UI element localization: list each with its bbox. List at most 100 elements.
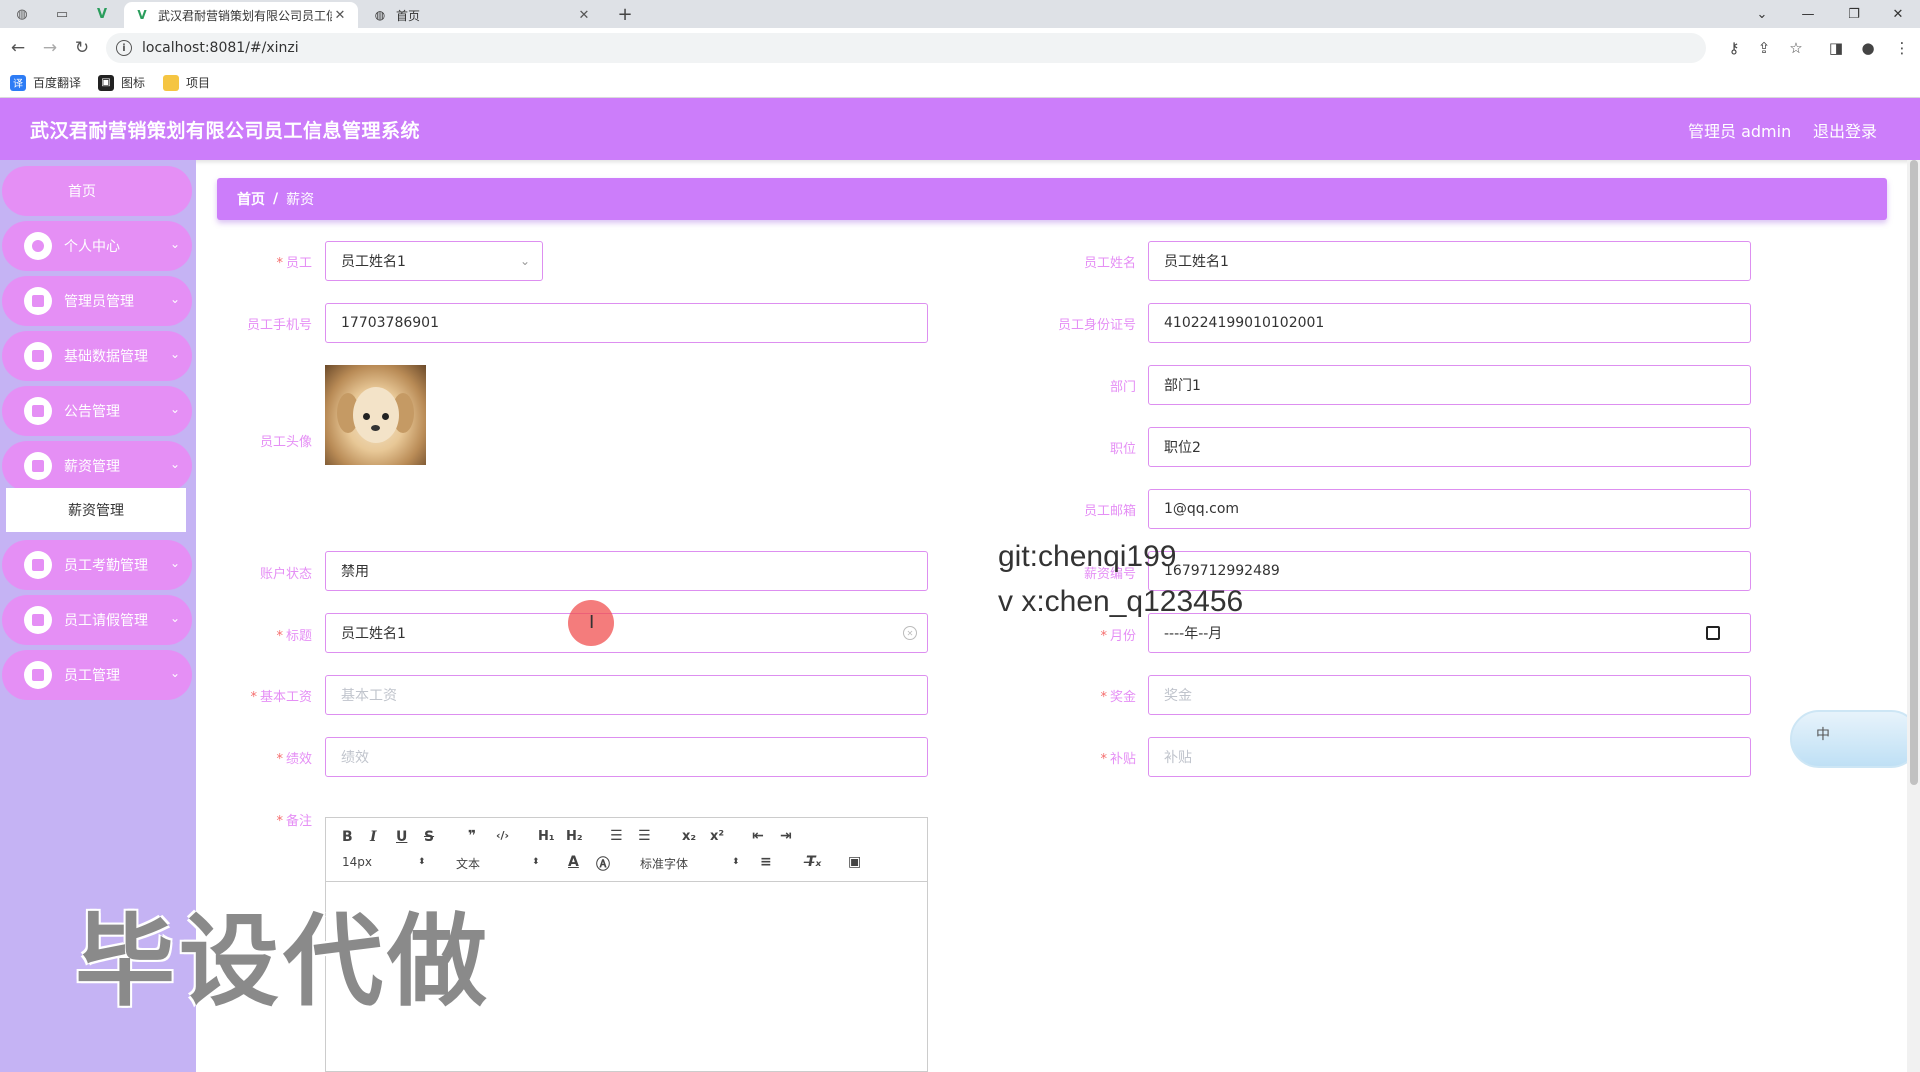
heading1-icon[interactable]: H₁ xyxy=(538,829,555,844)
heading2-icon[interactable]: H₂ xyxy=(566,829,583,844)
sidebar-item-salary[interactable]: 薪资管理 ⌄ xyxy=(2,441,192,491)
font-family-select[interactable]: 标准字体 ⬍ xyxy=(640,855,740,872)
star-icon[interactable]: ☆ xyxy=(1784,37,1808,59)
tab-active[interactable]: V 武汉君耐营销策划有限公司员工信 ✕ xyxy=(124,2,358,28)
minimize-button[interactable]: — xyxy=(1786,0,1830,28)
month-label: * 月份 xyxy=(1016,625,1136,644)
sidebar-item-basic-data[interactable]: 基础数据管理 ⌄ xyxy=(2,331,192,381)
page-scrollbar[interactable] xyxy=(1907,160,1920,1072)
reload-icon[interactable]: ↻ xyxy=(68,36,96,60)
bonus-input[interactable]: 奖金 xyxy=(1148,675,1751,715)
performance-input[interactable]: 绩效 xyxy=(325,737,928,777)
employee-select[interactable]: 员工姓名1 ⌄ xyxy=(325,241,543,281)
grid-icon xyxy=(24,397,52,425)
sidebar-item-employees[interactable]: 员工管理 ⌄ xyxy=(2,650,192,700)
email-field[interactable]: 1@qq.com xyxy=(1148,489,1751,529)
side-panel-icon[interactable]: ◨ xyxy=(1824,37,1848,59)
grid-icon xyxy=(24,551,52,579)
allowance-input[interactable]: 补贴 xyxy=(1148,737,1751,777)
month-input[interactable]: ----年--月 xyxy=(1148,613,1751,653)
label-text: 月份 xyxy=(1109,629,1136,644)
logout-link[interactable]: 退出登录 xyxy=(1813,118,1877,142)
strike-icon[interactable]: S xyxy=(424,829,434,845)
indent-icon[interactable]: ⇥ xyxy=(780,828,792,844)
tab-home[interactable]: ◍ 首页 ✕ xyxy=(362,2,602,28)
phone-field[interactable]: 17703786901 xyxy=(325,303,928,343)
globe-icon[interactable]: ◍ xyxy=(4,2,40,26)
superscript-icon[interactable]: x² xyxy=(710,829,724,844)
bookmark-translate[interactable]: 译 百度翻译 xyxy=(10,74,81,91)
sidebar-item-home[interactable]: 首页 xyxy=(2,166,192,216)
title-input-value: 员工姓名1 xyxy=(341,626,406,642)
close-icon[interactable]: ✕ xyxy=(332,8,348,23)
restore-button[interactable]: ❐ xyxy=(1832,0,1876,28)
text-type-select[interactable]: 文本 ⬍ xyxy=(456,855,540,872)
profile-icon[interactable]: ● xyxy=(1856,37,1880,59)
align-icon[interactable]: ≡ xyxy=(760,854,772,870)
share-icon[interactable]: ⇪ xyxy=(1752,37,1776,59)
sidebar-item-notices[interactable]: 公告管理 ⌄ xyxy=(2,386,192,436)
base-salary-input[interactable]: 基本工资 xyxy=(325,675,928,715)
scrollbar-thumb[interactable] xyxy=(1910,160,1918,785)
blank-tab-icon[interactable]: ▭ xyxy=(44,2,80,26)
bold-icon[interactable]: B xyxy=(342,829,353,845)
label-text: 基本工资 xyxy=(259,690,312,705)
back-icon[interactable]: ← xyxy=(4,36,32,60)
label-text: 备注 xyxy=(285,814,312,829)
url-bar[interactable]: i localhost:8081/#/xinzi xyxy=(106,33,1706,63)
info-icon[interactable]: i xyxy=(116,40,132,56)
employee-avatar-image[interactable] xyxy=(325,365,426,465)
required-mark: * xyxy=(1100,690,1107,705)
clear-format-icon[interactable]: T̶ₓ xyxy=(806,854,821,870)
title-input[interactable]: 员工姓名1 ✕ xyxy=(325,613,928,653)
ordered-list-icon[interactable]: ☰ xyxy=(610,828,623,844)
check-icon xyxy=(24,287,52,315)
menu-icon[interactable]: ⋮ xyxy=(1890,37,1914,59)
id-card-field[interactable]: 410224199010102001 xyxy=(1148,303,1751,343)
new-tab-button[interactable]: + xyxy=(612,2,638,26)
bookmark-icons[interactable]: ▣ 图标 xyxy=(98,74,145,91)
sidebar-subitem-salary-management[interactable]: 薪资管理 xyxy=(6,488,186,532)
font-size-value: 14px xyxy=(342,855,372,869)
chevron-down-icon: ⌄ xyxy=(519,254,530,268)
underline-icon[interactable]: U xyxy=(396,829,407,845)
font-color-icon[interactable]: A xyxy=(568,854,579,870)
close-icon[interactable]: ✕ xyxy=(576,8,592,23)
blockquote-icon[interactable]: ❞ xyxy=(468,828,476,844)
employee-name-field[interactable]: 员工姓名1 xyxy=(1148,241,1751,281)
select-arrow-icon: ⬍ xyxy=(418,857,426,867)
italic-icon[interactable]: I xyxy=(370,829,377,845)
department-field[interactable]: 部门1 xyxy=(1148,365,1751,405)
folder-icon xyxy=(163,74,179,91)
phone-label: 员工手机号 xyxy=(246,318,312,333)
url-text: localhost:8081/#/xinzi xyxy=(142,40,299,56)
outdent-icon[interactable]: ⇤ xyxy=(752,828,764,844)
bullet-list-icon[interactable]: ☰ xyxy=(638,828,651,844)
font-size-select[interactable]: 14px ⬍ xyxy=(342,855,426,869)
account-status-field[interactable]: 禁用 xyxy=(325,551,928,591)
required-mark: * xyxy=(276,752,283,767)
bookmark-project[interactable]: 项目 xyxy=(163,74,210,91)
sidebar-item-admins[interactable]: 管理员管理 ⌄ xyxy=(2,276,192,326)
sidebar-item-label: 管理员管理 xyxy=(64,294,134,310)
clear-icon[interactable]: ✕ xyxy=(903,626,917,640)
background-color-icon[interactable]: Ⓐ xyxy=(596,854,610,874)
image-icon[interactable]: ▣ xyxy=(848,854,861,870)
sidebar-item-personal[interactable]: 个人中心 ⌄ xyxy=(2,221,192,271)
position-field[interactable]: 职位2 xyxy=(1148,427,1751,467)
calendar-icon[interactable] xyxy=(1706,626,1720,640)
sidebar-item-leave[interactable]: 员工请假管理 ⌄ xyxy=(2,595,192,645)
forward-icon[interactable]: → xyxy=(36,36,64,60)
window-close-button[interactable]: ✕ xyxy=(1876,0,1920,28)
vue-tab-icon[interactable]: V xyxy=(84,2,120,26)
subscript-icon[interactable]: x₂ xyxy=(682,829,696,844)
breadcrumb-home[interactable]: 首页 xyxy=(237,189,265,209)
key-icon[interactable]: ⚷ xyxy=(1722,37,1746,59)
sidebar-item-attendance[interactable]: 员工考勤管理 ⌄ xyxy=(2,540,192,590)
chevron-down-icon: ⌄ xyxy=(169,402,180,416)
breadcrumb-separator: / xyxy=(273,191,279,207)
tab-search-icon[interactable]: ⌄ xyxy=(1740,0,1784,28)
ime-widget[interactable]: 中 xyxy=(1790,710,1920,768)
code-icon[interactable]: ‹/› xyxy=(496,829,509,842)
puppy-eye xyxy=(363,413,370,420)
